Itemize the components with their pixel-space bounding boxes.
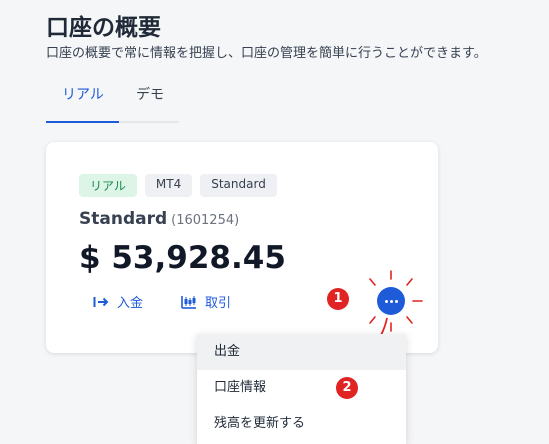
arrow-right-bar-icon <box>93 296 109 308</box>
plan-name-text: Standard <box>79 209 168 229</box>
account-plan-name: Standard (1601254) <box>79 209 239 229</box>
trade-label: 取引 <box>205 296 232 311</box>
more-horizontal-icon <box>384 299 398 303</box>
account-type-badge: Standard <box>200 174 277 197</box>
menu-item-refresh-balance[interactable]: 残高を更新する <box>197 406 406 442</box>
page-title: 口座の概要 <box>46 15 161 41</box>
trade-button[interactable]: 取引 <box>181 292 231 311</box>
page-subtitle: 口座の概要で常に情報を把握し、口座の管理を簡単に行うことができます。 <box>46 46 487 61</box>
tab-live[interactable]: リアル <box>62 84 104 104</box>
more-options-button[interactable] <box>377 287 405 315</box>
step-badge-1: 1 <box>327 288 349 310</box>
menu-item-account-info[interactable]: 口座情報 <box>197 370 406 406</box>
account-actions-menu: 出金 口座情報 残高を更新する <box>197 334 406 444</box>
account-balance: $ 53,928.45 <box>79 240 286 276</box>
step-badge-2: 2 <box>336 377 358 399</box>
active-tab-indicator <box>46 121 119 123</box>
deposit-label: 入金 <box>117 296 144 311</box>
tab-demo[interactable]: デモ <box>136 84 164 104</box>
platform-badge: MT4 <box>144 174 193 197</box>
candlestick-chart-icon <box>181 295 197 309</box>
deposit-button[interactable]: 入金 <box>93 292 143 311</box>
account-number: (1601254) <box>171 213 240 228</box>
account-type-tabs: リアル デモ <box>46 72 179 123</box>
account-badges: リアル MT4 Standard <box>79 174 277 197</box>
status-badge-live: リアル <box>79 174 137 197</box>
menu-item-withdraw[interactable]: 出金 <box>197 334 406 370</box>
account-card: リアル MT4 Standard Standard (1601254) $ 53,… <box>46 142 438 353</box>
